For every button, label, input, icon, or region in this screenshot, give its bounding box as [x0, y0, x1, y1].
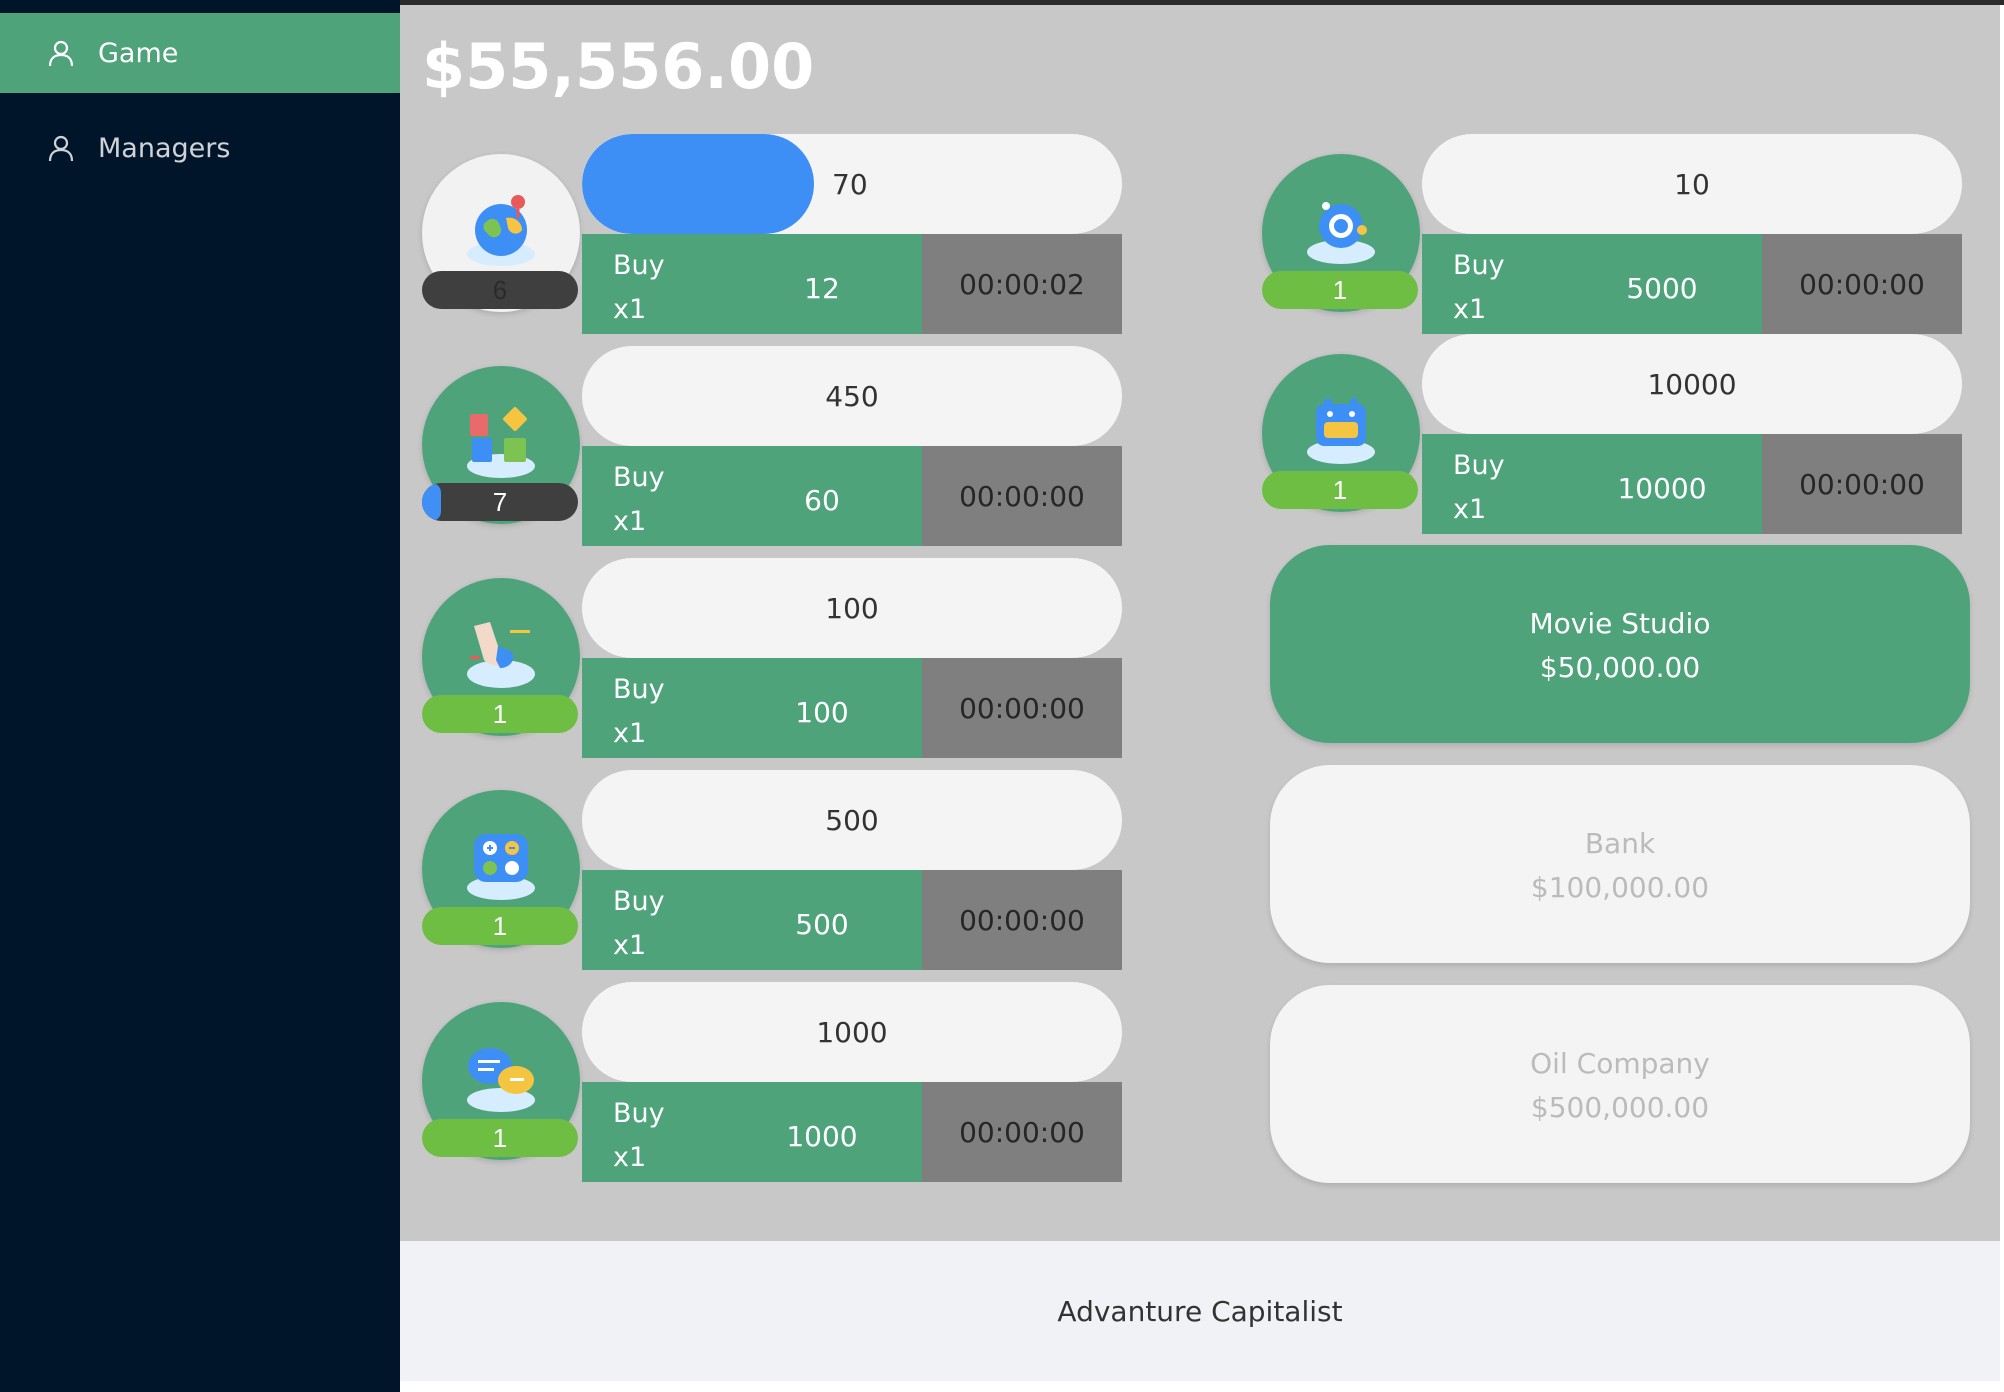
buy-cost: 500: [795, 908, 849, 941]
user-icon: [46, 133, 76, 163]
buy-cost: 1000: [786, 1120, 858, 1153]
app-root: Game Managers $55,556.00 6 70 Buy x1 12 …: [0, 0, 2004, 1392]
business-quantity: 1: [422, 1119, 578, 1157]
unlock-price: $100,000.00: [1530, 871, 1710, 904]
robot-icon: [1307, 398, 1375, 464]
buy-button[interactable]: Buy x1 60: [582, 446, 922, 546]
footer: Advanture Capitalist: [400, 1241, 2000, 1381]
unlock-price: $500,000.00: [1530, 1091, 1710, 1124]
buy-cost: 60: [804, 484, 840, 517]
buy-cost: 10000: [1617, 472, 1707, 505]
business-quantity: 7: [422, 483, 578, 521]
unlock-price: $50,000.00: [1539, 651, 1701, 684]
business-row: 1 1000 Buy x1 1000 00:00:00: [420, 982, 1122, 1182]
quantity-fill: [422, 483, 441, 521]
business-timer: 00:00:00: [1762, 434, 1962, 534]
buy-button[interactable]: Buy x1 10000: [1422, 434, 1762, 534]
sneaker-icon: [467, 622, 535, 688]
business-timer: 00:00:02: [922, 234, 1122, 334]
unlock-name: Oil Company: [1530, 1047, 1710, 1080]
buy-button[interactable]: Buy x1 100: [582, 658, 922, 758]
business-timer: 00:00:00: [1762, 234, 1962, 334]
revenue-progress-bar[interactable]: 10000: [1422, 334, 1962, 434]
unlock-name: Movie Studio: [1529, 607, 1711, 640]
unlock-card-bank[interactable]: Bank $100,000.00: [1270, 765, 1970, 963]
footer-text: Advanture Capitalist: [1057, 1294, 1343, 1328]
progress-value: 100: [825, 591, 879, 625]
progress-value: 10: [1674, 167, 1710, 201]
unlock-card-movie-studio[interactable]: Movie Studio $50,000.00: [1270, 545, 1970, 743]
progress-value: 10000: [1647, 367, 1737, 401]
business-row: 1 10000 Buy x1 10000 00:00:00: [1260, 334, 1962, 534]
business-quantity: 1: [1262, 471, 1418, 509]
business-quantity: 1: [422, 695, 578, 733]
buy-button[interactable]: Buy x1 12: [582, 234, 922, 334]
buy-cost: 12: [804, 272, 840, 305]
progress-value: 500: [825, 803, 879, 837]
business-row: 6 70 Buy x1 12 00:00:02: [420, 134, 1122, 334]
progress-value: 70: [832, 167, 868, 201]
unlock-name: Bank: [1584, 827, 1656, 860]
planet-icon: [1307, 202, 1375, 264]
sidebar-item-label: Game: [98, 37, 179, 69]
revenue-progress-bar[interactable]: 100: [582, 558, 1122, 658]
money-total: $55,556.00: [422, 30, 815, 103]
business-row: 7 450 Buy x1 60 00:00:00: [420, 346, 1122, 546]
revenue-progress-bar[interactable]: 1000: [582, 982, 1122, 1082]
calculator-icon: [467, 834, 535, 900]
business-row: 1 500 Buy x1 500 00:00:00: [420, 770, 1122, 970]
business-timer: 00:00:00: [922, 658, 1122, 758]
business-quantity: 1: [422, 907, 578, 945]
sidebar-item-managers[interactable]: Managers: [0, 108, 400, 188]
business-timer: 00:00:00: [922, 870, 1122, 970]
business-quantity: 1: [1262, 271, 1418, 309]
buy-cost: 100: [795, 696, 849, 729]
chat-bubbles-icon: [467, 1048, 535, 1112]
buy-button[interactable]: Buy x1 1000: [582, 1082, 922, 1182]
revenue-progress-bar[interactable]: 10: [1422, 134, 1962, 234]
sidebar: Game Managers: [0, 0, 400, 1392]
business-timer: 00:00:00: [922, 1082, 1122, 1182]
buy-cost: 5000: [1626, 272, 1698, 305]
unlock-card-oil-company[interactable]: Oil Company $500,000.00: [1270, 985, 1970, 1183]
progress-value: 450: [825, 379, 879, 413]
sidebar-item-game[interactable]: Game: [0, 13, 400, 93]
revenue-progress-bar[interactable]: 500: [582, 770, 1122, 870]
business-quantity: 6: [422, 271, 578, 309]
user-icon: [46, 38, 76, 68]
buy-button[interactable]: Buy x1 5000: [1422, 234, 1762, 334]
business-row: 1 10 Buy x1 5000 00:00:00: [1260, 134, 1962, 334]
revenue-progress-bar[interactable]: 450: [582, 346, 1122, 446]
game-board: $55,556.00 6 70 Buy x1 12 00:00:02 7 450…: [400, 5, 2000, 1241]
globe-pin-icon: [467, 195, 535, 266]
buy-button[interactable]: Buy x1 500: [582, 870, 922, 970]
revenue-progress-bar[interactable]: 70: [582, 134, 1122, 234]
progress-value: 1000: [816, 1015, 888, 1049]
sidebar-item-label: Managers: [98, 132, 231, 164]
books-icon: [467, 407, 535, 478]
business-timer: 00:00:00: [922, 446, 1122, 546]
business-row: 1 100 Buy x1 100 00:00:00: [420, 558, 1122, 758]
